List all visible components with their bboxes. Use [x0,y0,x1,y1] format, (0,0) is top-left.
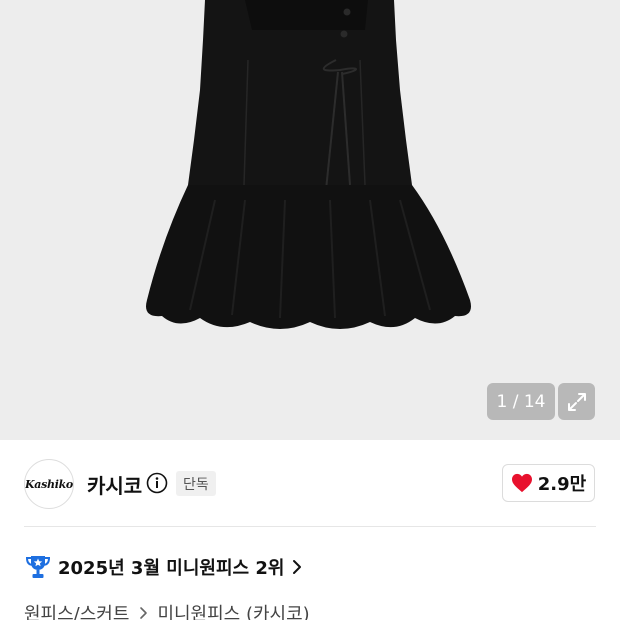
expand-button[interactable] [558,383,595,420]
ranking-text: 2025년 3월 미니원피스 2위 [58,558,285,579]
exclusive-badge: 단독 [176,471,216,496]
breadcrumb-item[interactable]: 미니원피스 (카시코) [157,600,309,620]
chevron-right-icon [140,607,148,619]
breadcrumb: 원피스/스커트 미니원피스 (카시코) [24,600,310,620]
expand-icon [567,392,586,411]
like-count: 2.9만 [537,474,587,495]
chevron-right-icon [293,560,302,574]
info-icon[interactable] [146,472,168,494]
divider [24,526,596,527]
breadcrumb-item[interactable]: 원피스/스커트 [24,600,129,620]
heart-icon [511,473,532,493]
brand-logo-text: Kashiko [25,477,73,491]
brand-row: Kashiko 카시코 단독 2.9만 [0,440,620,526]
like-button[interactable]: 2.9만 [502,464,595,502]
image-counter: 1 / 14 [487,383,555,420]
brand-name[interactable]: 카시코 [87,470,142,499]
product-image [146,0,471,329]
trophy-icon [25,556,51,578]
product-image-gallery[interactable]: 1 / 14 [0,0,620,440]
ranking-link[interactable]: 2025년 3월 미니원피스 2위 [24,552,304,582]
brand-logo[interactable]: Kashiko [24,459,74,509]
